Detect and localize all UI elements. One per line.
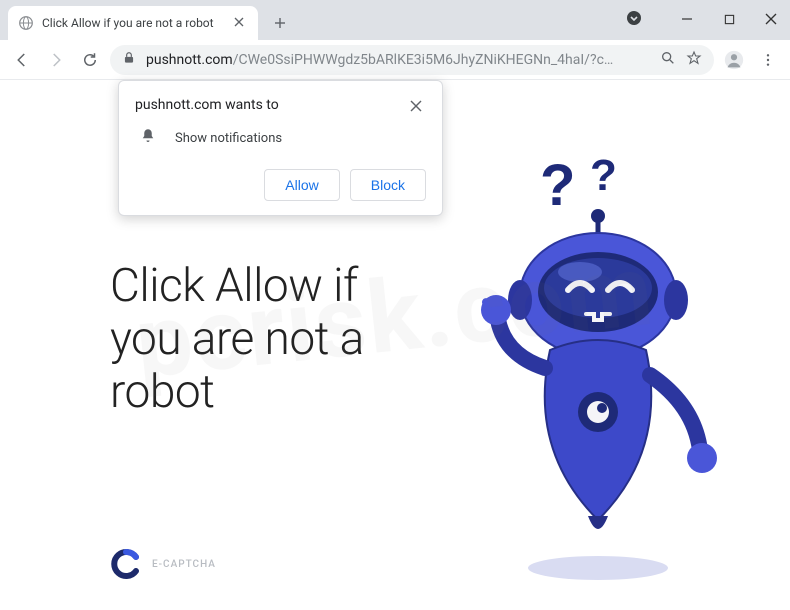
robot-illustration: ? ? [450, 150, 750, 590]
captcha-badge: E-CAPTCHA [110, 548, 216, 580]
close-window-button[interactable] [764, 12, 778, 26]
captcha-label: E-CAPTCHA [152, 559, 216, 570]
permission-close-button[interactable] [410, 97, 426, 113]
hero-line: Click Allow if [110, 260, 364, 313]
hero-line: robot [110, 366, 364, 419]
bookmark-star-icon[interactable] [686, 50, 702, 70]
tab-strip: Click Allow if you are not a robot [0, 0, 790, 40]
search-tabs-caret-icon[interactable] [626, 10, 642, 30]
block-button[interactable]: Block [350, 169, 426, 201]
hero-text: Click Allow if you are not a robot [110, 260, 364, 419]
tab-title: Click Allow if you are not a robot [42, 16, 226, 30]
globe-icon [18, 15, 34, 31]
browser-toolbar: pushnott.com/CWe0SsiPHWWgdz5bARlKE3i5M6J… [0, 40, 790, 80]
back-button[interactable] [8, 46, 36, 74]
notification-permission-prompt: pushnott.com wants to Show notifications… [118, 80, 443, 216]
address-bar[interactable]: pushnott.com/CWe0SsiPHWWgdz5bARlKE3i5M6J… [110, 45, 714, 75]
browser-tab[interactable]: Click Allow if you are not a robot [8, 6, 258, 40]
bell-icon [139, 127, 157, 149]
forward-button[interactable] [42, 46, 70, 74]
maximize-button[interactable] [722, 12, 736, 26]
minimize-button[interactable] [680, 12, 694, 26]
svg-text:?: ? [540, 153, 575, 218]
profile-avatar-icon[interactable] [720, 46, 748, 74]
captcha-c-icon [110, 548, 142, 580]
svg-text:?: ? [590, 151, 617, 200]
tab-close-button[interactable] [234, 16, 248, 30]
reload-button[interactable] [76, 46, 104, 74]
url-text: pushnott.com/CWe0SsiPHWWgdz5bARlKE3i5M6J… [146, 52, 650, 68]
lock-icon [122, 51, 136, 69]
hero-line: you are not a [110, 313, 364, 366]
permission-origin-text: pushnott.com wants to [135, 97, 279, 113]
zoom-search-icon[interactable] [660, 50, 676, 70]
permission-capability-text: Show notifications [175, 131, 282, 146]
new-tab-button[interactable] [266, 9, 294, 37]
kebab-menu-icon[interactable] [754, 46, 782, 74]
allow-button[interactable]: Allow [264, 169, 339, 201]
